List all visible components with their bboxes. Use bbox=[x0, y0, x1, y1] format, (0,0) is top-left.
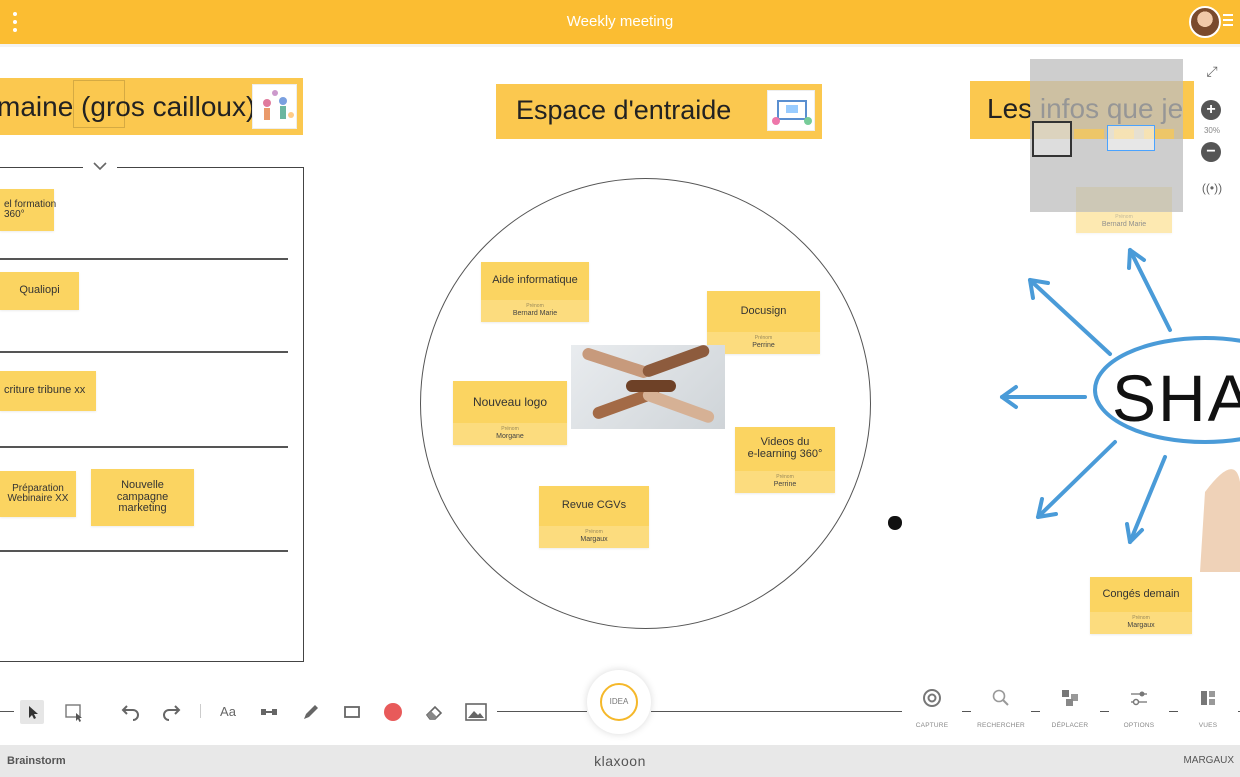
capture-button[interactable]: CAPTURE bbox=[902, 688, 962, 729]
minimap-content bbox=[1032, 121, 1072, 157]
options-label: OPTIONS bbox=[1123, 722, 1155, 729]
sticky-note-footer: Prénom Margaux bbox=[539, 526, 649, 548]
participants-menu-icon[interactable] bbox=[1223, 14, 1233, 28]
status-footer: Brainstorm klaxoon MARGAUX bbox=[0, 745, 1240, 777]
sticky-note-text: Congés demain bbox=[1102, 587, 1180, 600]
select-tool-icon[interactable] bbox=[20, 700, 44, 724]
helpdesk-illustration bbox=[767, 90, 815, 131]
people-illustration bbox=[252, 84, 297, 129]
app-window: Weekly meeting maine (gros cailloux) Esp… bbox=[0, 0, 1240, 777]
idea-button[interactable]: IDEA bbox=[587, 670, 651, 734]
sticky-note-footer: Prénom Bernard Marie bbox=[1076, 211, 1172, 233]
lane-divider bbox=[0, 446, 288, 448]
brand-logo: klaxoon bbox=[594, 753, 646, 769]
expand-icon[interactable]: ⤢ bbox=[1196, 63, 1228, 80]
header-note-priorities-text: maine (gros cailloux) bbox=[0, 91, 256, 122]
capture-label: CAPTURE bbox=[915, 722, 949, 729]
user-name[interactable]: MARGAUX bbox=[1183, 755, 1234, 766]
zoom-level: 30% bbox=[1203, 126, 1220, 135]
sticky-note-text: Videos du e-learning 360° bbox=[747, 436, 823, 460]
grab-cursor-icon bbox=[888, 516, 902, 530]
board-title: Weekly meeting bbox=[566, 13, 674, 30]
sticky-note-text: Nouvelle campagne marketing bbox=[116, 479, 169, 515]
toolbar-separator bbox=[200, 704, 201, 718]
sticky-note-text: el formation 360° bbox=[4, 198, 57, 220]
header-note-help-space-text: Espace d'entraide bbox=[516, 95, 732, 125]
minus-icon[interactable]: − bbox=[1201, 142, 1221, 162]
link-icon[interactable] bbox=[73, 80, 125, 128]
sticky-note[interactable]: Congés demain Prénom Margaux bbox=[1090, 577, 1192, 634]
share-word: SHA bbox=[1112, 361, 1240, 435]
sticky-note-footer: Prénom Margaux bbox=[1090, 612, 1192, 634]
sticky-note-text: Préparation Webinaire XX bbox=[7, 482, 69, 504]
redo-icon[interactable] bbox=[160, 700, 184, 724]
sticky-note-text: Docusign bbox=[740, 304, 787, 317]
search-label: RECHERCHER bbox=[977, 722, 1025, 729]
text-tool-icon[interactable]: Aa bbox=[216, 700, 240, 724]
sticky-note-footer: Prénom Morgane bbox=[453, 423, 567, 445]
sticky-note-footer: Prénom Bernard Marie bbox=[481, 300, 589, 322]
avatar[interactable] bbox=[1189, 6, 1221, 38]
sticky-note[interactable]: Aide informatique Prénom Bernard Marie bbox=[481, 262, 589, 322]
chevron-down-icon bbox=[93, 162, 107, 171]
search-icon bbox=[971, 688, 1031, 708]
color-picker-icon[interactable] bbox=[381, 700, 405, 724]
toolbar-line bbox=[497, 711, 587, 712]
sliders-icon bbox=[1109, 688, 1169, 708]
teamwork-photo[interactable] bbox=[571, 345, 725, 429]
move-icon bbox=[1040, 688, 1100, 708]
sticky-note-footer: Prénom Perrine bbox=[735, 471, 835, 493]
sticky-note[interactable]: Nouveau logo Prénom Morgane bbox=[453, 381, 567, 445]
views-button[interactable]: VUES bbox=[1178, 688, 1238, 729]
search-button[interactable]: RECHERCHER bbox=[971, 688, 1031, 729]
sticky-note[interactable]: criture tribune xx bbox=[0, 371, 96, 411]
pen-tool-icon[interactable] bbox=[299, 700, 323, 724]
lane-divider bbox=[0, 258, 288, 260]
sticky-note[interactable]: Préparation Webinaire XX bbox=[0, 471, 76, 517]
toolbar-line bbox=[0, 711, 14, 712]
sticky-note-text: Qualiopi bbox=[19, 284, 60, 297]
sticky-note[interactable]: Revue CGVs Prénom Margaux bbox=[539, 486, 649, 548]
idea-button-label: IDEA bbox=[600, 683, 638, 721]
top-bar: Weekly meeting bbox=[0, 0, 1240, 44]
header-note-priorities[interactable]: maine (gros cailloux) bbox=[0, 78, 303, 135]
aperture-icon bbox=[902, 688, 962, 708]
bottom-toolbar: Aa IDEA CAPTURE RECHERCHER DÉPLACER OPTI… bbox=[0, 670, 1240, 745]
sticky-note[interactable]: Qualiopi bbox=[0, 272, 79, 310]
sticky-note-text: Aide informatique bbox=[492, 274, 578, 287]
shape-tool-icon[interactable] bbox=[340, 700, 364, 724]
sticky-note-text: Nouveau logo bbox=[472, 394, 548, 409]
lane-divider bbox=[0, 351, 288, 353]
minimap-viewport[interactable] bbox=[1107, 125, 1155, 151]
connector-tool-icon[interactable] bbox=[257, 700, 281, 724]
image-tool-icon[interactable] bbox=[464, 700, 488, 724]
sticky-note[interactable]: Nouvelle campagne marketing bbox=[91, 469, 194, 526]
broadcast-icon[interactable]: ((•)) bbox=[1196, 181, 1228, 195]
views-icon bbox=[1178, 688, 1238, 708]
lane-divider bbox=[0, 550, 288, 552]
views-label: VUES bbox=[1198, 722, 1218, 729]
sticky-note-text: Revue CGVs bbox=[561, 499, 627, 512]
lanes-collapse[interactable] bbox=[83, 157, 117, 177]
move-button[interactable]: DÉPLACER bbox=[1040, 688, 1100, 729]
minimap[interactable] bbox=[1030, 59, 1183, 212]
header-note-help-space[interactable]: Espace d'entraide bbox=[496, 84, 822, 139]
plus-icon[interactable]: + bbox=[1201, 100, 1221, 120]
priority-lanes bbox=[0, 167, 304, 662]
move-label: DÉPLACER bbox=[1051, 722, 1089, 729]
options-button[interactable]: OPTIONS bbox=[1109, 688, 1169, 729]
board-canvas[interactable]: maine (gros cailloux) Espace d'entraide bbox=[0, 47, 1240, 697]
eraser-icon[interactable] bbox=[422, 700, 446, 724]
undo-icon[interactable] bbox=[118, 700, 142, 724]
sticky-note-text: criture tribune xx bbox=[4, 384, 86, 397]
sticky-note[interactable]: el formation 360° bbox=[0, 189, 57, 231]
multi-select-tool-icon[interactable] bbox=[62, 700, 86, 724]
zoom-controls: ⤢ + 30% − ((•)) bbox=[1196, 59, 1228, 209]
sticky-note[interactable]: Videos du e-learning 360° Prénom Perrine bbox=[735, 427, 835, 493]
